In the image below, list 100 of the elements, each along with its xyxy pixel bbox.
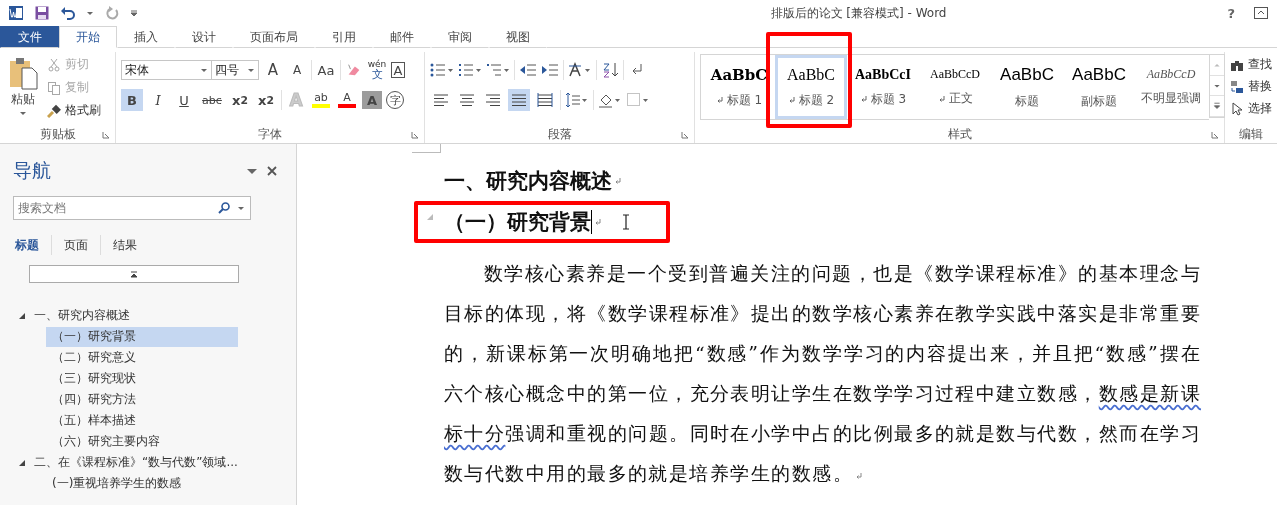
format-button[interactable]: abc (199, 89, 225, 111)
ribbon-tab[interactable]: 插入 (117, 26, 175, 48)
dialog-launcher-icon[interactable] (102, 131, 110, 139)
ribbon-tab[interactable]: 设计 (175, 26, 233, 48)
style-item[interactable]: AaBbCcD 不明显强调 (1135, 55, 1207, 119)
ribbon-tab[interactable]: 审阅 (431, 26, 489, 48)
editing-button[interactable]: 查找 (1230, 54, 1272, 75)
style-item[interactable]: AaBbC 标题 2 (775, 55, 847, 119)
text-direction-icon[interactable] (568, 62, 592, 78)
ribbon-tab[interactable]: 引用 (315, 26, 373, 48)
heading-item[interactable]: （四）研究方法 (46, 389, 238, 410)
caret-icon (19, 109, 27, 117)
group-label: 样式 (947, 125, 972, 143)
style-item[interactable]: AaBbC 标题 (991, 55, 1063, 119)
heading-item[interactable]: (一)重视培养学生的数感 (46, 473, 238, 494)
search-icon[interactable] (217, 201, 231, 215)
caret-icon (200, 66, 208, 74)
grow-font-button[interactable]: A (263, 59, 283, 81)
undo-icon[interactable] (60, 5, 76, 21)
align-lines-icon (511, 92, 527, 108)
paragraph-mark-icon (594, 218, 602, 226)
customize-menu-icon[interactable] (130, 9, 138, 17)
heading-text: 一、研究内容概述 (444, 167, 612, 195)
style-item[interactable]: AaBbC 副标题 (1063, 55, 1135, 119)
up-arrow-icon (130, 270, 138, 278)
clipboard-button[interactable]: 格式刷 (47, 100, 101, 121)
align-lines-icon (485, 92, 501, 108)
heading-item[interactable]: 二、在《课程标准》“数与代数”领域... (34, 452, 238, 473)
group-label: 编辑 (1239, 125, 1263, 143)
window-title: 排版后的论文 [兼容模式] - Word (769, 4, 948, 22)
ribbon-tab[interactable]: 开始 (59, 26, 117, 48)
pane-tab[interactable]: 页面 (51, 235, 100, 255)
copy-icon (47, 80, 61, 95)
ribbon-tab[interactable]: 文件 (0, 26, 59, 48)
editing-button[interactable]: 替换 (1230, 76, 1272, 97)
font-size-field[interactable]: 四号 (211, 60, 259, 80)
heading-item[interactable]: （一）研究背景 (46, 326, 238, 347)
increase-indent-icon[interactable] (541, 62, 559, 78)
heading-text: （一）研究背景 (444, 208, 591, 236)
ribbon-display-icon[interactable] (1253, 5, 1269, 21)
paragraph-mark-icon (614, 177, 622, 185)
shading-button[interactable]: A (362, 91, 382, 109)
i-beam-cursor-icon (622, 214, 630, 230)
ribbon-tab[interactable]: 视图 (489, 26, 547, 48)
align-lines-icon (433, 92, 449, 108)
format-button[interactable]: B (121, 89, 143, 111)
color-button[interactable]: ab (310, 89, 332, 111)
multilevel-list-icon[interactable] (486, 62, 510, 78)
help-button[interactable]: ? (1227, 5, 1235, 21)
word-logo-icon (8, 5, 24, 21)
pane-tab[interactable]: 结果 (100, 235, 149, 255)
heading-item[interactable]: （六）研究主要内容 (46, 431, 238, 452)
line-spacing-icon[interactable] (565, 92, 589, 108)
phonetic-guide-button[interactable]: wén 文 (367, 59, 387, 81)
dialog-launcher-icon[interactable] (681, 131, 689, 139)
group-label: 剪贴板 (39, 125, 76, 143)
dropdown-caret-icon[interactable] (86, 9, 94, 17)
heading-item[interactable]: （三）研究现状 (46, 368, 238, 389)
close-icon[interactable] (266, 165, 278, 177)
body-paragraph: 数学核心素养是一个受到普遍关注的问题，也是《数学课程标准》的基本理念与目标的体现，将《数学课程标准》提出的数学核心素养在教学实践中落实是非常重要的，新课标第一次明确地把“数感”作为数学学习的内容提出来，并且把“数感”摆在六个核心概念中的第一位，充分表明让学生在数学学习过程中建立数感，数感是新课标十分强调和重视的问题。同时在小学中占的比例最多的就是数与代数，然而在学习数与代数中用的最多的就是培养学生的数感。 (444, 261, 1201, 486)
search-box[interactable]: 搜索文档 (13, 196, 251, 220)
scissors-icon (47, 57, 61, 72)
decrease-indent-icon[interactable] (519, 62, 537, 78)
expanded-triangle-icon[interactable] (18, 311, 26, 320)
heading-item[interactable]: （二）研究意义 (46, 347, 238, 368)
align-button[interactable] (508, 89, 530, 111)
style-item[interactable]: AaBbCcI 标题 3 (847, 55, 919, 119)
format-button[interactable]: U (173, 89, 195, 111)
shrink-font-button[interactable]: A (287, 59, 307, 81)
paintbrush-icon (47, 103, 61, 118)
clipboard-icon (8, 56, 38, 90)
dialog-launcher-icon[interactable] (1211, 131, 1219, 139)
text-cursor (591, 210, 592, 234)
ribbon-tab[interactable]: 邮件 (373, 26, 431, 48)
paste-button[interactable]: 粘贴 (5, 52, 41, 125)
caret-icon[interactable] (237, 204, 245, 212)
numbered-list-icon[interactable] (458, 62, 482, 78)
ribbon-tab[interactable]: 页面布局 (233, 26, 315, 48)
replace-icon (1230, 79, 1244, 94)
heading-item[interactable]: （五）样本描述 (46, 410, 238, 431)
save-icon[interactable] (34, 5, 50, 21)
search-field[interactable]: 搜索文档 (16, 200, 211, 216)
character-border-button[interactable]: A (391, 62, 405, 78)
dialog-launcher-icon[interactable] (411, 131, 419, 139)
heading-item[interactable]: 一、研究内容概述 (34, 305, 130, 326)
pointer-icon (1230, 101, 1244, 116)
paint-bucket-icon[interactable] (598, 92, 622, 108)
style-item[interactable]: AaBbCcD 正文 (919, 55, 991, 119)
font-name-field[interactable]: 宋体 (121, 60, 212, 80)
color-button[interactable]: A (336, 89, 358, 111)
style-item[interactable]: AaBbC 标题 1 (703, 55, 775, 119)
format-button[interactable]: I (147, 89, 169, 111)
crop-mark (412, 144, 441, 153)
bullet-list-icon[interactable] (430, 62, 454, 78)
change-case-button[interactable]: Aa (316, 59, 336, 81)
sort-icon[interactable] (601, 62, 619, 78)
pane-tab[interactable]: 标题 (13, 235, 51, 255)
expanded-triangle-icon[interactable] (18, 458, 26, 467)
editing-button[interactable]: 选择 (1230, 98, 1272, 119)
align-lines-icon (537, 92, 553, 108)
